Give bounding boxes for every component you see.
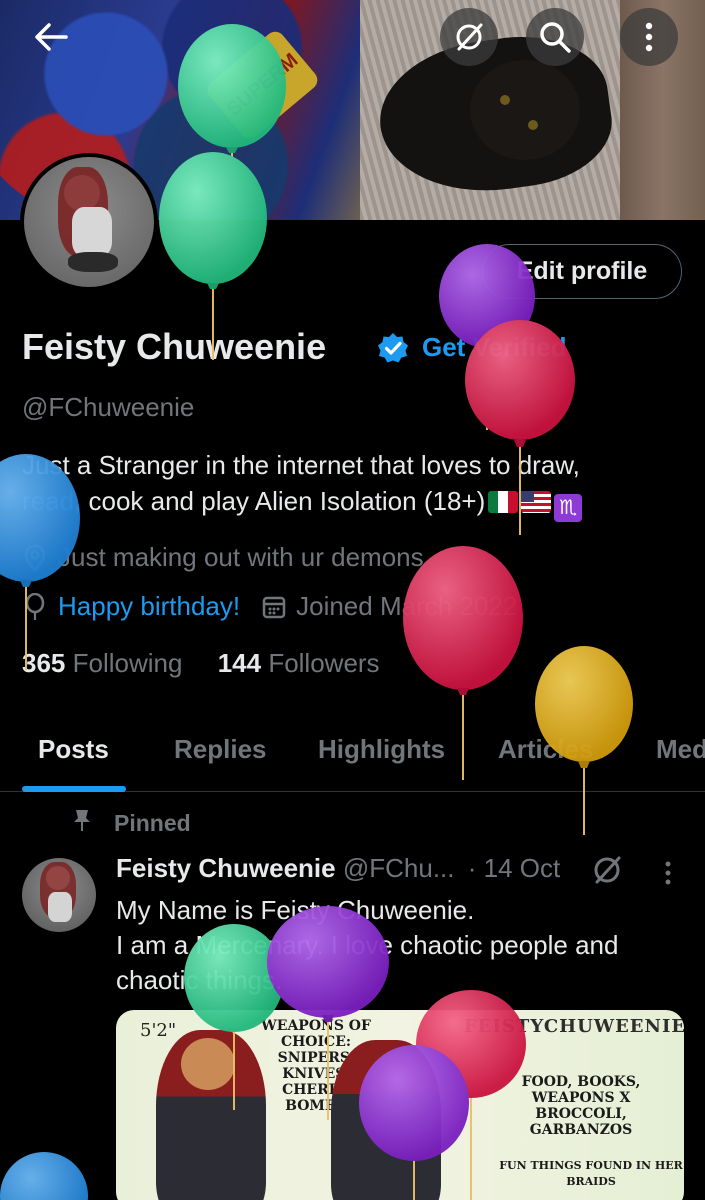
birthday-balloons [0, 24, 633, 1200]
